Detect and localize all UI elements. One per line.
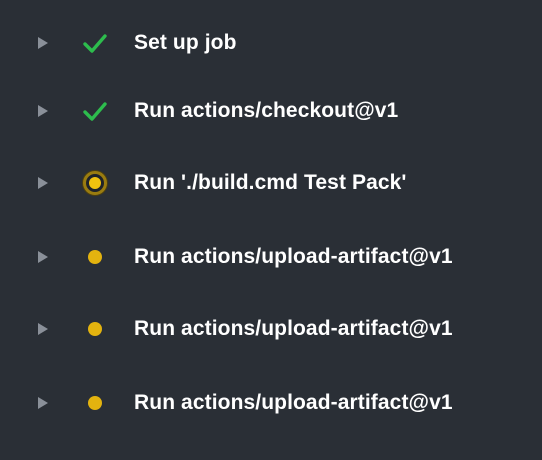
expand-chevron-icon[interactable] xyxy=(38,37,48,49)
step-label: Run actions/checkout@v1 xyxy=(134,99,399,122)
check-icon xyxy=(78,26,112,60)
expand-chevron-icon[interactable] xyxy=(38,251,48,263)
step-row[interactable]: Run actions/upload-artifact@v1 xyxy=(0,294,542,364)
step-label: Run actions/upload-artifact@v1 xyxy=(134,391,453,414)
job-steps-list: Set up job Run actions/checkout@v1 Run '… xyxy=(0,0,542,460)
expand-chevron-icon[interactable] xyxy=(38,177,48,189)
expand-chevron-icon[interactable] xyxy=(38,397,48,409)
step-label: Set up job xyxy=(134,31,237,54)
step-label: Run actions/upload-artifact@v1 xyxy=(134,245,453,268)
dot-icon xyxy=(78,386,112,420)
spinner-core xyxy=(89,177,101,189)
step-row[interactable]: Run actions/checkout@v1 xyxy=(0,76,542,146)
spinner-icon xyxy=(78,166,112,200)
step-label: Run actions/upload-artifact@v1 xyxy=(134,317,453,340)
step-row[interactable]: Set up job xyxy=(0,8,542,78)
check-icon xyxy=(78,94,112,128)
step-label: Run './build.cmd Test Pack' xyxy=(134,171,407,194)
dot-icon xyxy=(78,240,112,274)
spinner-ring xyxy=(83,171,107,195)
step-row[interactable]: Run './build.cmd Test Pack' xyxy=(0,148,542,218)
expand-chevron-icon[interactable] xyxy=(38,105,48,117)
dot-icon xyxy=(78,312,112,346)
expand-chevron-icon[interactable] xyxy=(38,323,48,335)
step-row[interactable]: Run actions/upload-artifact@v1 xyxy=(0,222,542,292)
step-row[interactable]: Run actions/upload-artifact@v1 xyxy=(0,368,542,438)
